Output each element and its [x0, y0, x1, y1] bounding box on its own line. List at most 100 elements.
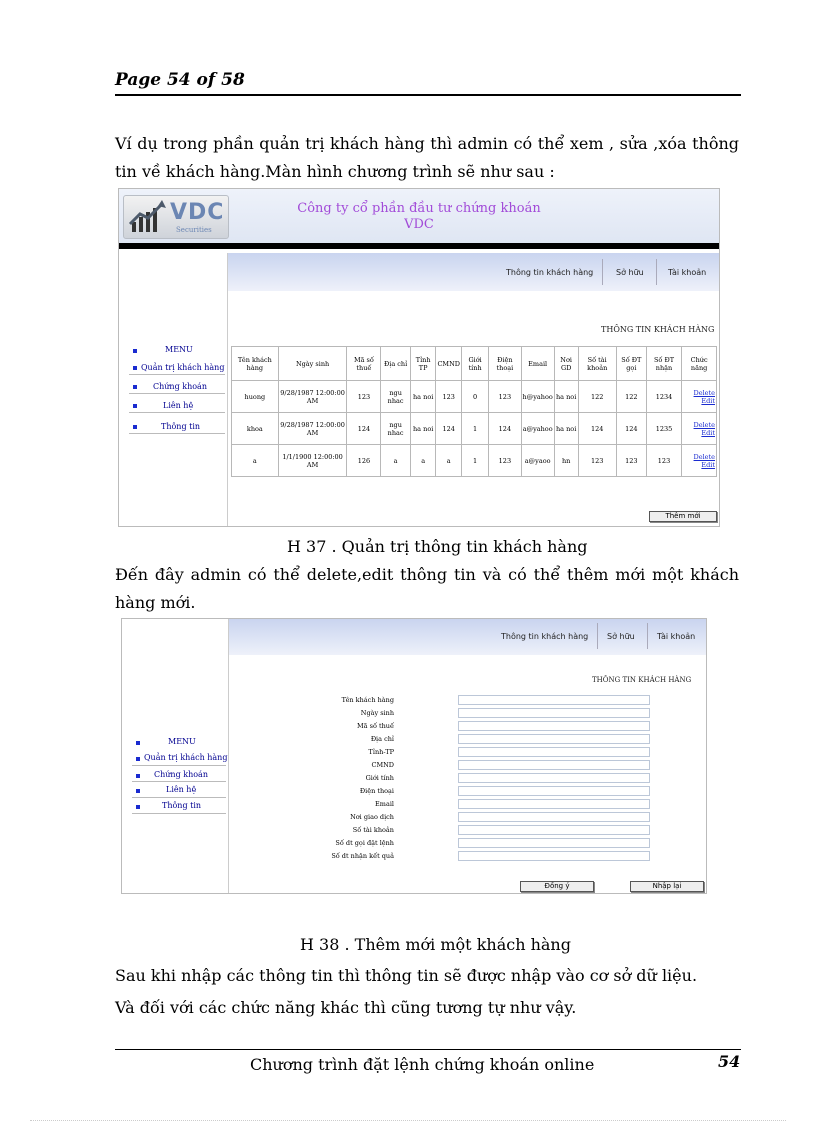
table-cell: a@yaoo: [520, 444, 555, 477]
header-rule: [115, 94, 741, 96]
menu-item-customers[interactable]: Quản trị khách hàng: [141, 363, 224, 372]
delete-link[interactable]: Delete: [683, 421, 715, 429]
nav-account[interactable]: Tài khoản: [668, 268, 706, 277]
menu-divider: [132, 781, 226, 782]
chart-logo-icon: [128, 200, 166, 232]
tax-code-input[interactable]: [458, 721, 650, 731]
column-header: Ngày sinh: [277, 346, 348, 381]
column-header: Tỉnh TP: [409, 346, 437, 381]
after-paragraph-2: Và đối với các chức năng khác thì cũng t…: [115, 998, 577, 1017]
vdc-logo: VDC Securities: [123, 195, 229, 239]
reset-button[interactable]: Nhập lại: [630, 881, 704, 892]
menu-item-contact[interactable]: Liên hệ: [163, 401, 193, 410]
table-cell: 1/1/1900 12:00:00 AM: [277, 444, 348, 477]
table-cell: ngu nhac: [380, 412, 411, 445]
table-cell: 124: [577, 412, 617, 445]
menu-title: MENU: [165, 345, 193, 354]
banner: VDC Securities Công ty cổ phần đầu tư ch…: [119, 189, 719, 243]
email-input[interactable]: [458, 799, 650, 809]
field-label: Số dt gọi đặt lệnh: [335, 839, 394, 847]
table-cell: 123: [577, 444, 617, 477]
footer-page-number: 54: [718, 1052, 741, 1071]
table-cell: ha noi: [409, 380, 437, 413]
field-label: Tên khách hàng: [341, 696, 394, 704]
menu-title: MENU: [168, 737, 196, 746]
edit-link[interactable]: Edit: [683, 429, 715, 437]
province-input[interactable]: [458, 747, 650, 757]
gender-input[interactable]: [458, 773, 650, 783]
field-label: Ngày sinh: [360, 709, 394, 717]
table-cell: 123: [488, 380, 522, 413]
menu-bullet-icon: [136, 757, 140, 761]
address-input[interactable]: [458, 734, 650, 744]
action-cell: Delete Edit: [681, 412, 717, 445]
table-cell: a: [409, 444, 437, 477]
phone-input[interactable]: [458, 786, 650, 796]
menu-item-customers[interactable]: Quản trị khách hàng: [144, 753, 227, 762]
table-cell: 123: [615, 444, 647, 477]
nav-customer-info[interactable]: Thông tin khách hàng: [506, 268, 593, 277]
bottom-border: [30, 1120, 786, 1121]
menu-item-securities[interactable]: Chứng khoán: [153, 382, 207, 391]
menu-item-contact[interactable]: Liên hệ: [166, 785, 196, 794]
table-cell: 124: [488, 412, 522, 445]
after-paragraph-1: Sau khi nhập các thông tin thì thông tin…: [115, 966, 698, 985]
table-cell: khoa: [231, 412, 279, 445]
table-cell: 122: [577, 380, 617, 413]
customer-admin-screenshot: VDC Securities Công ty cổ phần đầu tư ch…: [118, 188, 720, 527]
account-number-input[interactable]: [458, 825, 650, 835]
trading-place-input[interactable]: [458, 812, 650, 822]
nav-ownership[interactable]: Sở hữu: [607, 632, 635, 641]
menu-divider: [129, 374, 225, 375]
intro-paragraph: Ví dụ trong phần quản trị khách hàng thì…: [115, 134, 739, 181]
nav-customer-info[interactable]: Thông tin khách hàng: [501, 632, 588, 641]
menu-divider: [132, 813, 226, 814]
delete-link[interactable]: Delete: [683, 453, 715, 461]
column-header: Địa chỉ: [380, 346, 411, 381]
nav-separator: [602, 259, 603, 285]
logo-text: VDC: [170, 200, 225, 225]
figure-caption-37: H 37 . Quản trị thông tin khách hàng: [287, 537, 588, 556]
birthdate-input[interactable]: [458, 708, 650, 718]
submit-button[interactable]: Đồng ý: [520, 881, 594, 892]
table-cell: 1: [460, 412, 490, 445]
result-phone-input[interactable]: [458, 851, 650, 861]
column-header: CMND: [435, 346, 462, 381]
company-name: Công ty cổ phần đầu tư chứng khoán VDC: [269, 201, 569, 233]
table-cell: a: [435, 444, 462, 477]
page-header: Page 54 of 58: [115, 70, 245, 90]
action-cell: Delete Edit: [681, 444, 717, 477]
table-row: huong 9/28/1987 12:00:00 AM 123 ngu nhac…: [231, 380, 717, 413]
table-header-row: Tên khách hàng Ngày sinh Mã số thuế Địa …: [231, 346, 717, 381]
edit-link[interactable]: Edit: [683, 397, 715, 405]
table-row: khoa 9/28/1987 12:00:00 AM 124 ngu nhac …: [231, 412, 717, 445]
table-cell: 123: [346, 380, 382, 413]
company-line-1: Công ty cổ phần đầu tư chứng khoán: [297, 201, 541, 216]
figure-caption-38: H 38 . Thêm mới một khách hàng: [300, 935, 571, 954]
nav-account[interactable]: Tài khoản: [657, 632, 695, 641]
column-header: Email: [520, 346, 555, 381]
menu-bullet-icon: [133, 366, 137, 370]
edit-link[interactable]: Edit: [683, 461, 715, 469]
customer-table: Tên khách hàng Ngày sinh Mã số thuế Địa …: [231, 346, 717, 477]
add-customer-screenshot: MENU Quản trị khách hàng Chứng khoán Liê…: [121, 618, 707, 894]
menu-item-info[interactable]: Thông tin: [161, 422, 200, 431]
nav-ownership[interactable]: Sở hữu: [616, 268, 644, 277]
order-phone-input[interactable]: [458, 838, 650, 848]
column-header: Điện thoại: [488, 346, 522, 381]
column-header: Tên khách hàng: [231, 346, 279, 381]
column-header: Số ĐT nhận: [645, 346, 683, 381]
logo-subtitle: Securities: [176, 226, 212, 234]
section-title: THÔNG TIN KHÁCH HÀNG: [592, 676, 692, 684]
add-new-button[interactable]: Thêm mới: [649, 511, 717, 522]
customer-name-input[interactable]: [458, 695, 650, 705]
table-cell: hn: [553, 444, 579, 477]
menu-item-info[interactable]: Thông tin: [162, 801, 201, 810]
menu-item-securities[interactable]: Chứng khoán: [154, 770, 208, 779]
table-cell: 0: [460, 380, 490, 413]
delete-link[interactable]: Delete: [683, 389, 715, 397]
column-header: Số ĐT gọi: [615, 346, 647, 381]
table-cell: a: [231, 444, 279, 477]
id-card-input[interactable]: [458, 760, 650, 770]
table-cell: 126: [346, 444, 382, 477]
